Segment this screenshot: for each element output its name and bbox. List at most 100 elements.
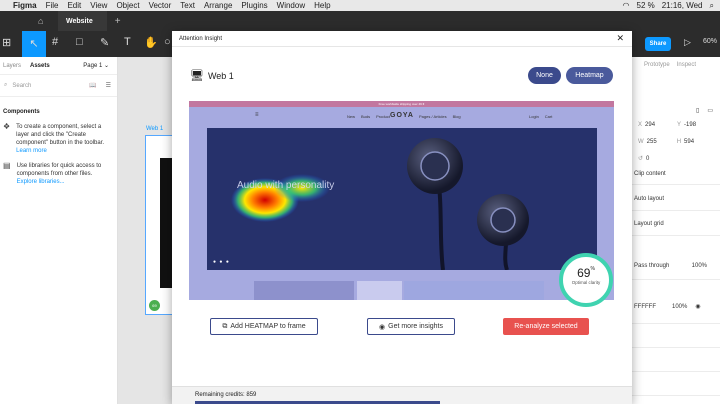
- library-icon[interactable]: 📖: [89, 82, 96, 89]
- book-icon: ▤: [3, 161, 11, 170]
- battery-label[interactable]: 52 %: [637, 1, 655, 10]
- heatmap-toggle-button[interactable]: Heatmap: [566, 67, 613, 84]
- menu-plugins[interactable]: Plugins: [241, 1, 267, 10]
- wifi-icon[interactable]: ◠: [623, 1, 630, 10]
- monitor-icon: 🖥: [190, 70, 204, 82]
- component-icon: ❖: [3, 122, 11, 131]
- preview-nav-link: New: [347, 114, 356, 119]
- more-insights-button[interactable]: ◉ Get more insights: [367, 318, 455, 335]
- layer-opacity[interactable]: 100%: [692, 263, 707, 269]
- blend-mode-select[interactable]: Pass through: [634, 263, 669, 269]
- learn-more-link[interactable]: Learn more: [16, 148, 47, 154]
- menu-text[interactable]: Text: [180, 1, 195, 10]
- reanalyze-button[interactable]: Re-analyze selected: [503, 318, 589, 335]
- text-tool-icon[interactable]: T: [124, 36, 131, 48]
- create-component-hint: ❖ To create a component, select a layer …: [3, 123, 114, 155]
- home-icon[interactable]: ⌂: [38, 16, 52, 26]
- preview-hero: Audio with personality ● ● ●: [207, 128, 597, 270]
- preview-hero-text: Audio with personality: [237, 180, 335, 191]
- tab-layers[interactable]: Layers: [3, 63, 21, 69]
- search-placeholder: Search: [12, 82, 32, 89]
- left-panel: Layers Assets Page 1 ⌄ ⌕ Search 📖 ☰ Compo…: [0, 57, 118, 404]
- menu-help[interactable]: Help: [314, 1, 330, 10]
- score-value: 69: [577, 266, 591, 280]
- score-unit: %: [590, 266, 595, 272]
- right-panel-tabs: Prototype Inspect: [632, 57, 720, 73]
- comment-tool-icon[interactable]: ○: [164, 36, 171, 48]
- share-button[interactable]: Share: [645, 37, 671, 51]
- tab-assets[interactable]: Assets: [30, 63, 50, 69]
- tab-website[interactable]: Website: [58, 11, 107, 31]
- portrait-icon[interactable]: ▯: [696, 107, 699, 114]
- preview-nav-link: Buds: [361, 114, 371, 119]
- score-badge: 69: [149, 300, 160, 311]
- frame-preview: Free worldwide shipping over 49 € ≡ New …: [189, 101, 614, 300]
- modal-header: Attention Insight ✕: [172, 31, 632, 47]
- frame-name: Web 1: [207, 70, 234, 81]
- create-text: To create a component, select a layer an…: [16, 124, 105, 146]
- canvas-frame[interactable]: 69: [145, 135, 173, 315]
- main-menu-icon[interactable]: ⊞: [2, 36, 11, 49]
- list-view-icon[interactable]: ☰: [106, 82, 111, 89]
- menu-figma[interactable]: Figma: [13, 1, 37, 10]
- clip-content-label[interactable]: Clip content: [634, 171, 666, 177]
- auto-layout-label[interactable]: Auto layout: [634, 196, 664, 202]
- menu-arrange[interactable]: Arrange: [204, 1, 232, 10]
- tab-prototype[interactable]: Prototype: [644, 62, 670, 73]
- layout-grid-label[interactable]: Layout grid: [634, 221, 664, 227]
- menu-file[interactable]: File: [46, 1, 59, 10]
- clarity-score: 69% Optimal clarity: [559, 253, 613, 307]
- fill-hex[interactable]: FFFFFF: [634, 304, 656, 310]
- status-area: ◠ 52 % 21:16, Wed ⌕: [623, 0, 714, 11]
- frame-name-heading: 🖥 Web 1: [190, 69, 234, 82]
- add-heatmap-label: Add HEATMAP to frame: [230, 323, 306, 330]
- preview-card: [254, 281, 354, 300]
- carousel-dots: ● ● ●: [213, 259, 230, 265]
- zoom-level[interactable]: 60%: [703, 38, 717, 45]
- search-icon[interactable]: ⌕: [710, 1, 714, 11]
- add-heatmap-button[interactable]: ⧉ Add HEATMAP to frame: [210, 318, 318, 335]
- hand-tool-icon[interactable]: ✋: [144, 36, 158, 49]
- pen-tool-icon[interactable]: ✎: [100, 36, 109, 49]
- menu-window[interactable]: Window: [277, 1, 305, 10]
- modal-title: Attention Insight: [179, 35, 223, 42]
- menu-vector[interactable]: Vector: [149, 1, 172, 10]
- w-field[interactable]: 255: [647, 139, 657, 145]
- plus-icon[interactable]: +: [115, 16, 121, 27]
- credits-label: Remaining credits: 859: [195, 392, 257, 398]
- right-panel: Prototype Inspect ▯ ▭ X 294 Y -198 W 255 H 59…: [631, 57, 720, 404]
- fill-opacity[interactable]: 100%: [672, 304, 687, 310]
- components-section: Components ❖ To create a component, sele…: [0, 97, 117, 186]
- menu-view[interactable]: View: [90, 1, 107, 10]
- macos-menubar: Figma File Edit View Object Vector Text …: [0, 0, 720, 11]
- y-field[interactable]: -198: [684, 122, 696, 128]
- frame-tool-icon[interactable]: #: [52, 36, 58, 48]
- clock-label[interactable]: 21:16, Wed: [662, 1, 703, 10]
- tab-inspect[interactable]: Inspect: [677, 62, 696, 73]
- assets-search[interactable]: ⌕ Search 📖 ☰: [0, 75, 117, 97]
- preview-nav-link: Product: [376, 114, 390, 119]
- menu-edit[interactable]: Edit: [67, 1, 81, 10]
- move-tool-icon[interactable]: ↖: [22, 31, 46, 57]
- preview-menu-icon: ≡: [255, 112, 259, 118]
- libraries-hint: ▤ Use libraries for quick access to comp…: [3, 162, 114, 186]
- libraries-text: Use libraries for quick access to compon…: [16, 163, 102, 177]
- score-label: Optimal clarity: [571, 280, 601, 285]
- present-icon[interactable]: ▷: [684, 37, 691, 48]
- page-selector[interactable]: Page 1 ⌄: [83, 62, 109, 69]
- close-icon[interactable]: ✕: [616, 33, 624, 44]
- h-field[interactable]: 594: [684, 139, 694, 145]
- eye-icon[interactable]: ◉: [695, 303, 700, 310]
- rotation-field[interactable]: 0: [646, 156, 649, 162]
- file-tabbar: ⌂ Website +: [0, 11, 720, 31]
- shape-tool-icon[interactable]: □: [76, 36, 83, 48]
- landscape-icon[interactable]: ▭: [707, 107, 713, 114]
- explore-libraries-link[interactable]: Explore libraries...: [17, 179, 65, 185]
- x-field[interactable]: 294: [645, 122, 655, 128]
- credits-footer: Remaining credits: 859: [172, 386, 632, 404]
- frame-label[interactable]: Web 1: [146, 126, 163, 132]
- menu-object[interactable]: Object: [116, 1, 139, 10]
- attention-insight-modal: Attention Insight ✕ 🖥 Web 1 None Heatmap…: [172, 31, 632, 404]
- none-toggle-button[interactable]: None: [528, 67, 561, 84]
- search-icon: ⌕: [4, 82, 8, 88]
